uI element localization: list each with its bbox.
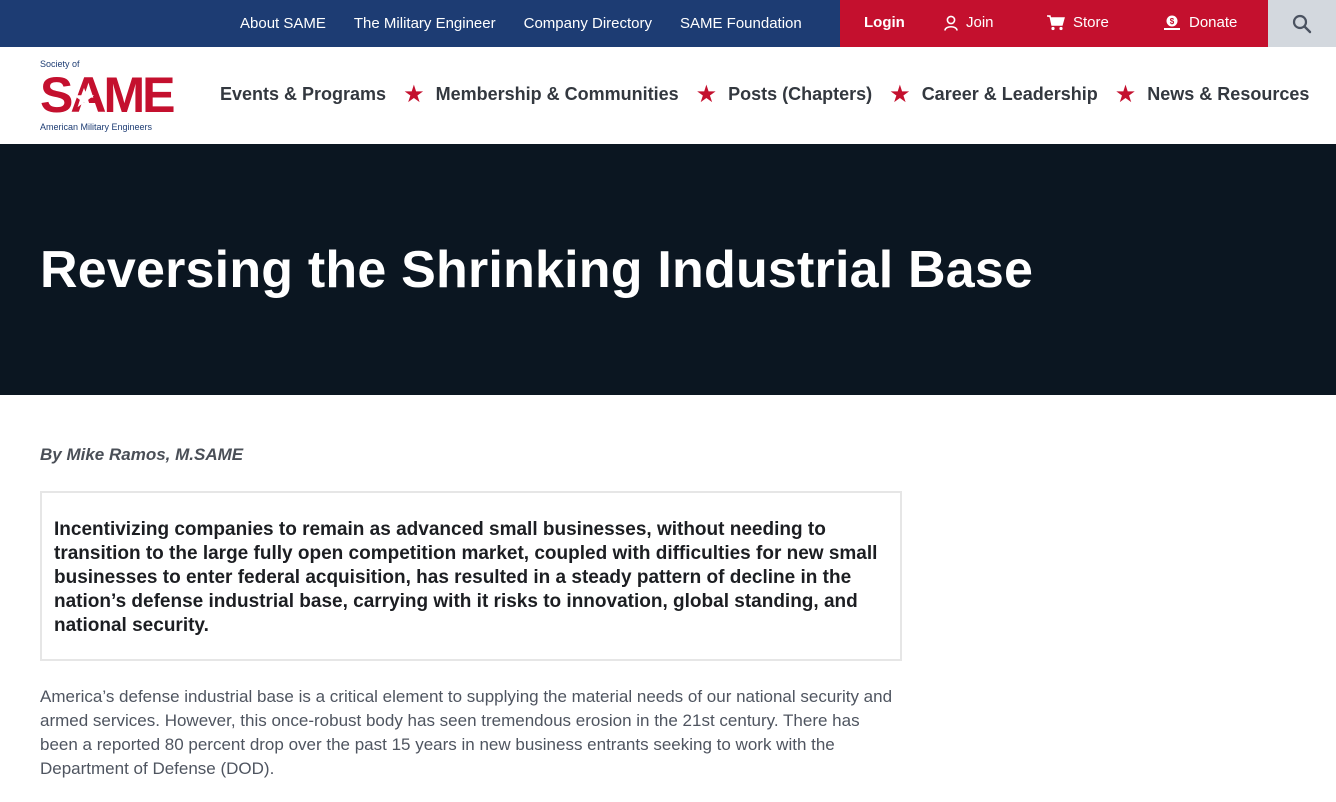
same-foundation-link[interactable]: SAME Foundation: [666, 15, 816, 32]
logo-star-icon: [73, 87, 95, 108]
account-actions: Login Join Store $ Donate: [840, 0, 1268, 47]
join-link[interactable]: Join: [944, 14, 994, 31]
join-label: Join: [966, 14, 994, 31]
utility-links: About SAME The Military Engineer Company…: [0, 0, 840, 47]
top-utility-bar: About SAME The Military Engineer Company…: [0, 0, 1336, 47]
nav-events-programs[interactable]: Events & Programs: [220, 84, 386, 105]
logo-wordmark: SAME: [40, 67, 175, 123]
article-pullquote: Incentivizing companies to remain as adv…: [40, 491, 902, 661]
pullquote-text: Incentivizing companies to remain as adv…: [54, 519, 878, 636]
store-link[interactable]: Store: [1047, 14, 1109, 31]
nav-star-icon: ★: [1114, 80, 1137, 108]
nav-star-icon: ★: [889, 80, 911, 108]
logo-bottom-text: American Military Engineers: [40, 122, 153, 132]
military-engineer-link[interactable]: The Military Engineer: [340, 15, 510, 32]
same-logo[interactable]: Society of SAME American Military Engine…: [40, 57, 175, 133]
primary-nav: Events & Programs ★ Membership & Communi…: [220, 80, 1309, 108]
user-icon: [944, 15, 958, 31]
donate-icon: $: [1164, 15, 1180, 30]
nav-star-icon: ★: [695, 80, 718, 108]
about-same-link[interactable]: About SAME: [226, 15, 340, 32]
donate-label: Donate: [1189, 14, 1238, 31]
article-byline: By Mike Ramos, M.SAME: [40, 445, 244, 464]
search-button[interactable]: [1268, 0, 1336, 47]
nav-career-leadership[interactable]: Career & Leadership: [922, 84, 1098, 105]
nav-star-icon: ★: [403, 80, 425, 108]
svg-text:$: $: [1170, 17, 1175, 26]
main-header: Society of SAME American Military Engine…: [0, 47, 1336, 144]
article-hero: Reversing the Shrinking Industrial Base: [0, 144, 1336, 395]
nav-posts-chapters[interactable]: Posts (Chapters): [728, 84, 872, 105]
company-directory-link[interactable]: Company Directory: [510, 15, 666, 32]
page-title: Reversing the Shrinking Industrial Base: [40, 241, 1034, 299]
search-icon: [1292, 14, 1312, 33]
donate-link[interactable]: $ Donate: [1163, 14, 1237, 31]
store-label: Store: [1073, 14, 1109, 31]
nav-news-resources[interactable]: News & Resources: [1147, 84, 1309, 105]
article-paragraph: America’s defense industrial base is a c…: [40, 687, 893, 778]
login-link[interactable]: Login: [864, 14, 905, 31]
nav-membership-communities[interactable]: Membership & Communities: [436, 84, 679, 105]
cart-icon: [1047, 14, 1065, 30]
